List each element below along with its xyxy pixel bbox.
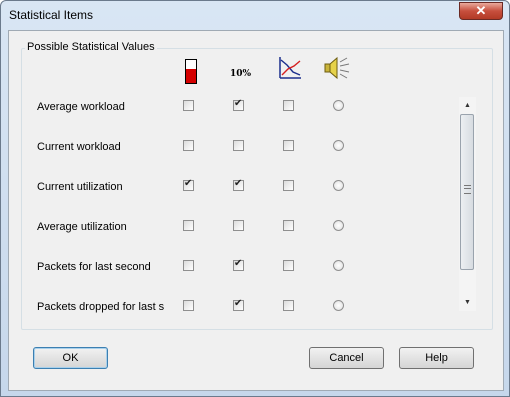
window-title: Statistical Items xyxy=(9,8,94,22)
row1-col2-checkbox[interactable] xyxy=(233,98,244,111)
row3-col3-checkbox[interactable] xyxy=(283,180,294,191)
help-button[interactable]: Help xyxy=(399,347,474,369)
row2-col3-checkbox[interactable] xyxy=(283,140,294,151)
grip-icon xyxy=(464,185,471,194)
row5-col2-checkbox[interactable] xyxy=(233,258,244,271)
dialog-client-area: Possible Statistical Values 10% Average … xyxy=(8,30,504,391)
row3-col2-checkbox[interactable] xyxy=(233,178,244,191)
scroll-up-arrow-icon[interactable]: ▲ xyxy=(459,97,476,114)
row1-col4-radio[interactable] xyxy=(333,100,344,111)
row2-col4-radio[interactable] xyxy=(333,140,344,151)
line-graph-icon xyxy=(279,57,301,79)
row-label-packets-last-second: Packets for last second xyxy=(37,261,151,273)
row6-col3-checkbox[interactable] xyxy=(283,300,294,311)
speaker-icon xyxy=(324,56,350,80)
ok-button[interactable]: OK xyxy=(33,347,108,369)
red-bar-gauge-icon xyxy=(185,59,197,84)
scrollbar-thumb[interactable] xyxy=(460,114,474,270)
row6-col2-checkbox[interactable] xyxy=(233,298,244,311)
row4-col4-radio[interactable] xyxy=(333,220,344,231)
row5-col4-radio[interactable] xyxy=(333,260,344,271)
scroll-down-arrow-icon[interactable]: ▼ xyxy=(459,294,476,311)
row-label-current-utilization: Current utilization xyxy=(37,181,123,193)
row-label-average-workload: Average workload xyxy=(37,101,125,113)
row3-col1-checkbox[interactable] xyxy=(183,178,194,191)
row5-col3-checkbox[interactable] xyxy=(283,260,294,271)
row3-col4-radio[interactable] xyxy=(333,180,344,191)
row1-col1-checkbox[interactable] xyxy=(183,100,194,111)
statistical-items-dialog: Statistical Items ✕ Possible Statistical… xyxy=(0,0,510,397)
group-label: Possible Statistical Values xyxy=(25,41,157,53)
row-label-current-workload: Current workload xyxy=(37,141,121,153)
row4-col3-checkbox[interactable] xyxy=(283,220,294,231)
row5-col1-checkbox[interactable] xyxy=(183,260,194,271)
row4-col2-checkbox[interactable] xyxy=(233,220,244,231)
cancel-button[interactable]: Cancel xyxy=(309,347,384,369)
vertical-scrollbar[interactable]: ▲ ▼ xyxy=(459,97,476,311)
close-button[interactable]: ✕ xyxy=(459,2,503,20)
row1-col3-checkbox[interactable] xyxy=(283,100,294,111)
row6-col4-radio[interactable] xyxy=(333,300,344,311)
title-bar[interactable]: Statistical Items ✕ xyxy=(1,1,509,29)
percent-icon: 10% xyxy=(230,69,252,79)
row4-col1-checkbox[interactable] xyxy=(183,220,194,231)
row6-col1-checkbox[interactable] xyxy=(183,300,194,311)
close-icon: ✕ xyxy=(475,3,487,18)
row2-col1-checkbox[interactable] xyxy=(183,140,194,151)
row-label-average-utilization: Average utilization xyxy=(37,221,127,233)
row2-col2-checkbox[interactable] xyxy=(233,140,244,151)
row-label-packets-dropped: Packets dropped for last s xyxy=(37,301,165,313)
